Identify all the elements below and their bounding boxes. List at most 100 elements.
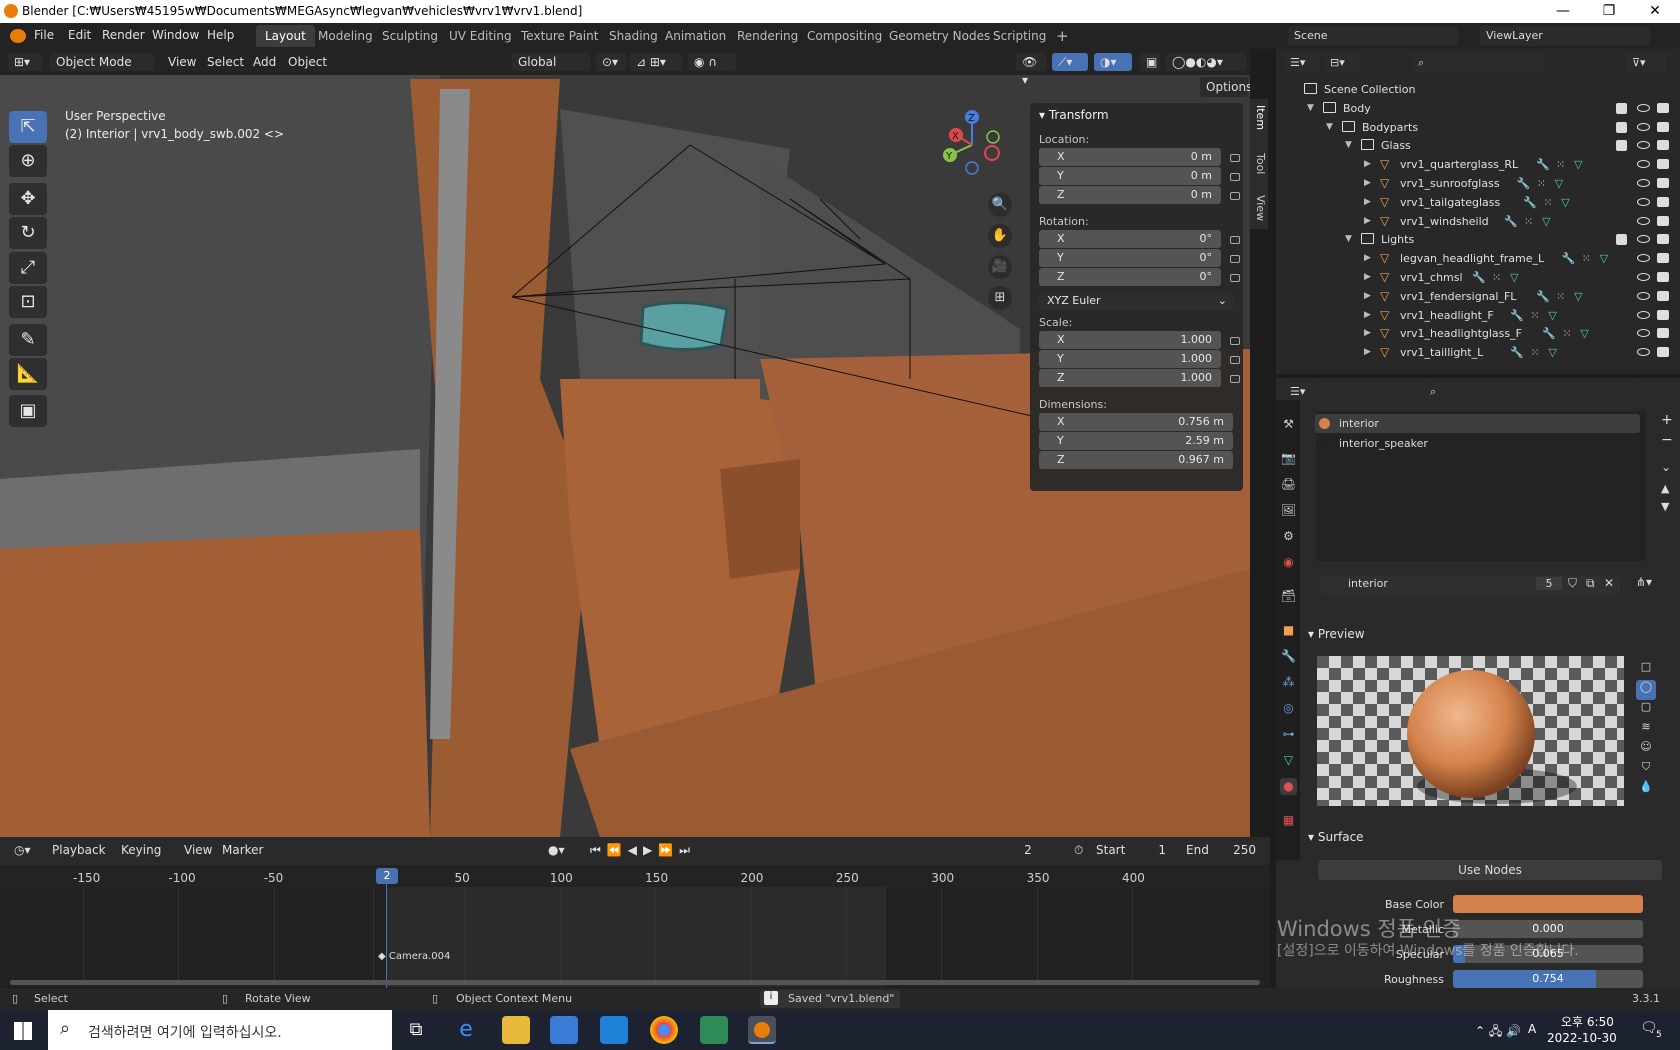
node-link-icon[interactable]: ⋔▾ [1636, 575, 1652, 589]
eye-icon[interactable] [1637, 254, 1650, 263]
tab-sculpting[interactable]: Sculpting [373, 25, 447, 47]
camera-render-icon[interactable] [1657, 234, 1669, 245]
camera-render-icon[interactable] [1657, 178, 1669, 188]
mode-selector[interactable]: Object Mode [50, 53, 154, 71]
rotation-x-field[interactable]: X 0° [1039, 230, 1221, 248]
outliner-row[interactable]: ▶ ▽ vrv1_taillight_L 🔧 ⁙ ▽ [1276, 343, 1680, 362]
eye-icon[interactable] [1637, 310, 1650, 319]
view-layer-tab-icon[interactable]: 🖼 [1280, 502, 1297, 519]
lock-icon[interactable] [1230, 154, 1240, 162]
vertex-groups-icon[interactable]: ⁙ [1562, 327, 1571, 340]
modifier-icon[interactable]: 🔧 [1523, 196, 1537, 209]
vertex-groups-icon[interactable]: ⁙ [1556, 158, 1565, 171]
location-y-field[interactable]: Y 0 m [1039, 167, 1221, 185]
remove-slot-button[interactable]: − [1661, 432, 1673, 448]
dimensions-y-field[interactable]: Y 2.59 m [1039, 432, 1233, 450]
pan-hand-icon[interactable]: ✋ [988, 224, 1012, 248]
camera-render-icon[interactable] [1657, 272, 1669, 282]
material-slot-interior-speaker[interactable]: interior_speaker [1315, 434, 1640, 453]
constraints-tab-icon[interactable]: ⊶ [1280, 726, 1297, 743]
record-icon[interactable]: ●▾ [542, 841, 578, 859]
outliner-row[interactable]: ▼ Bodyparts [1276, 118, 1680, 137]
base-color-swatch[interactable] [1453, 895, 1643, 913]
camera-render-icon[interactable] [1657, 140, 1669, 151]
tab-item[interactable]: Item [1251, 105, 1267, 130]
app-icon[interactable] [700, 1016, 728, 1044]
render-tab-icon[interactable]: 📷 [1280, 450, 1297, 467]
eye-icon[interactable] [1637, 348, 1650, 357]
plane-preview-icon[interactable]: □ [1636, 660, 1656, 680]
expand-arrow-icon[interactable]: ▼ [1326, 122, 1333, 132]
scale-x-field[interactable]: X 1.000 [1039, 331, 1221, 349]
options-button[interactable]: Options [1200, 77, 1250, 97]
eye-icon[interactable] [1637, 160, 1650, 169]
outliner-search-input[interactable]: ⌕ [1412, 53, 1544, 73]
use-nodes-button[interactable]: Use Nodes [1318, 860, 1662, 880]
vertex-groups-icon[interactable]: ⁙ [1556, 290, 1565, 303]
mesh-data-icon[interactable]: ▽ [1510, 271, 1518, 284]
cursor-tool-icon[interactable]: ⊕ [9, 145, 47, 177]
rotation-z-field[interactable]: Z 0° [1039, 268, 1221, 286]
rotation-mode-dropdown[interactable]: XYZ Euler ⌄ [1039, 292, 1233, 310]
modifier-icon[interactable]: 🔧 [1542, 327, 1556, 340]
material-users[interactable]: 5 [1536, 577, 1562, 590]
eye-icon[interactable] [1637, 291, 1650, 300]
output-tab-icon[interactable]: 🖨 [1280, 476, 1297, 493]
exclude-checkbox[interactable] [1616, 140, 1627, 152]
location-z-field[interactable]: Z 0 m [1039, 186, 1221, 204]
mesh-data-icon[interactable]: ▽ [1555, 177, 1563, 190]
perspective-toggle-icon[interactable]: ⊞ [988, 286, 1012, 310]
snap-icon[interactable]: ⊿ ⊞▾ [630, 53, 682, 71]
rotate-tool-icon[interactable]: ↻ [9, 217, 47, 249]
pivot-icon[interactable]: ⊙▾ [596, 53, 626, 71]
viewlayer-selector[interactable]: ViewLayer [1480, 26, 1650, 46]
editor-type-button[interactable]: ⊞▾ [8, 53, 42, 71]
store-icon[interactable] [550, 1016, 578, 1044]
move-up-icon[interactable]: ▲ [1661, 482, 1669, 495]
lock-icon[interactable] [1230, 236, 1240, 244]
camera-render-icon[interactable] [1657, 347, 1669, 358]
transform-tool-icon[interactable]: ⊡ [9, 286, 47, 318]
task-view-icon[interactable]: ⧉ [402, 1016, 430, 1044]
blender-menu-icon[interactable] [10, 29, 26, 43]
menu-object[interactable]: Object [288, 53, 327, 71]
select-tool-icon[interactable]: ⇱ [9, 111, 47, 143]
outliner-row[interactable]: Scene Collection [1276, 80, 1680, 99]
expand-arrow-icon[interactable]: ▶ [1364, 216, 1371, 226]
end-frame-field[interactable]: End 250 [1180, 841, 1262, 859]
mesh-data-icon[interactable]: ▽ [1548, 346, 1556, 359]
monkey-preview-icon[interactable]: ☺ [1636, 740, 1656, 760]
tab-tool[interactable]: Tool [1251, 153, 1267, 174]
visibility-icon[interactable]: 👁▾ [1016, 53, 1046, 87]
expand-arrow-icon[interactable]: ▼ [1345, 140, 1352, 150]
vertex-groups-icon[interactable]: ⁙ [1582, 252, 1591, 265]
rotation-y-field[interactable]: Y 0° [1039, 249, 1221, 267]
vertex-groups-icon[interactable]: ⁙ [1530, 346, 1539, 359]
eye-icon[interactable] [1637, 216, 1650, 225]
eye-icon[interactable] [1637, 273, 1650, 281]
tab-modeling[interactable]: Modeling [309, 25, 382, 47]
mesh-data-icon[interactable]: ▽ [1580, 327, 1588, 340]
save-report[interactable]: i Saved "vrv1.blend" [760, 990, 900, 1008]
expand-arrow-icon[interactable]: ▶ [1364, 291, 1371, 301]
expand-arrow-icon[interactable]: ▶ [1364, 310, 1371, 320]
camera-render-icon[interactable] [1657, 328, 1669, 339]
eye-icon[interactable] [1637, 122, 1650, 131]
camera-render-icon[interactable] [1657, 253, 1669, 264]
filter-icon[interactable]: ⊽▾ [1626, 53, 1666, 73]
modifier-icon[interactable]: 🔧 [1510, 309, 1524, 322]
tab-view[interactable]: View [1251, 195, 1267, 221]
mesh-data-icon[interactable]: ▽ [1574, 158, 1582, 171]
properties-editor-type-button[interactable]: ☰▾ [1284, 382, 1320, 402]
eye-icon[interactable] [1637, 179, 1650, 187]
annotate-tool-icon[interactable]: ✎ [9, 324, 47, 356]
scale-y-field[interactable]: Y 1.000 [1039, 350, 1221, 368]
exclude-checkbox[interactable] [1616, 234, 1627, 246]
mesh-data-tab-icon[interactable]: ▽ [1280, 752, 1297, 769]
outliner-row[interactable]: ▶ ▽ vrv1_headlightglass_F 🔧 ⁙ ▽ [1276, 324, 1680, 343]
lock-icon[interactable] [1230, 337, 1240, 345]
metallic-slider[interactable]: 0.000 [1453, 920, 1643, 938]
scene-tab-icon[interactable]: ⚙ [1280, 528, 1297, 545]
orientation-selector[interactable]: Global [512, 53, 590, 71]
outliner-row[interactable]: ▶ ▽ vrv1_windsheild 🔧 ⁙ ▽ [1276, 212, 1680, 231]
